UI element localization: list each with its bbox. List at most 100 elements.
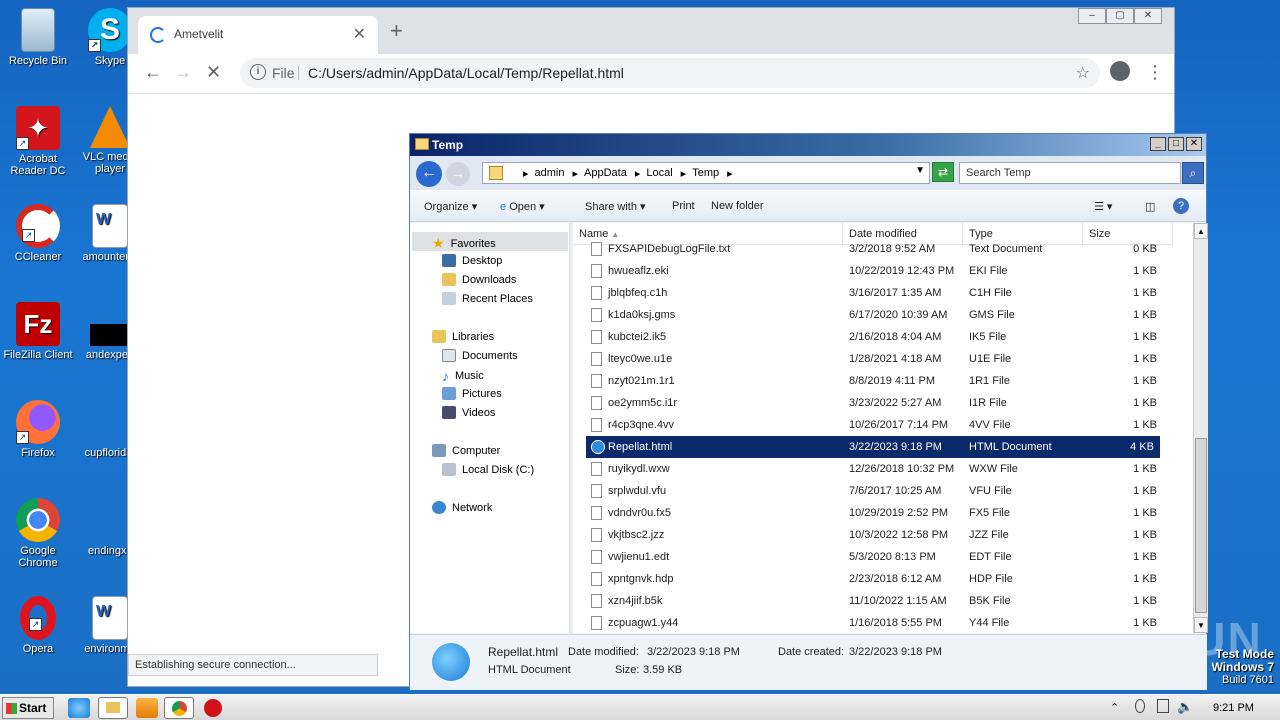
- details-created-value: 3/22/2023 9:18 PM: [849, 646, 942, 658]
- nav-videos[interactable]: Videos: [442, 406, 495, 419]
- table-row[interactable]: nzyt021m.1r1 8/8/2019 4:11 PM 1R1 File 1 KB: [573, 370, 1163, 392]
- scroll-down-icon[interactable]: ▼: [1194, 617, 1208, 633]
- tab-close-icon[interactable]: ✕: [353, 24, 366, 44]
- nav-music[interactable]: ♪ Music: [442, 368, 484, 384]
- volume-icon[interactable]: 🔈: [1177, 699, 1193, 715]
- desktop-icon-label: Skype: [94, 55, 126, 67]
- refresh-icon[interactable]: ⇄: [932, 162, 954, 182]
- open-button[interactable]: e Open ▾: [500, 200, 545, 213]
- info-icon[interactable]: i: [250, 64, 266, 80]
- restore-button[interactable]: ▢: [1106, 8, 1134, 24]
- desktop-icon-firefox[interactable]: ↗ Firefox: [0, 400, 76, 459]
- forward-button[interactable]: →: [446, 162, 470, 186]
- stop-loading-icon[interactable]: ✕: [206, 62, 221, 83]
- nav-desktop[interactable]: Desktop: [442, 254, 502, 267]
- forward-arrow-icon[interactable]: →: [174, 62, 192, 83]
- table-row[interactable]: xpntgnvk.hdp 2/23/2018 6:12 AM HDP File 1 K…: [573, 568, 1163, 590]
- nav-recent-places[interactable]: Recent Places: [442, 292, 533, 305]
- search-input[interactable]: Search Temp: [959, 162, 1181, 184]
- new-tab-button[interactable]: +: [390, 18, 403, 44]
- nav-pictures[interactable]: Pictures: [442, 387, 502, 400]
- table-row[interactable]: ruyikydl.wxw 12/26/2018 10:32 PM WXW File 1…: [573, 458, 1163, 480]
- table-row[interactable]: xzn4jiif.b5k 11/10/2022 1:15 AM B5K File 1 …: [573, 590, 1163, 612]
- breadcrumb-item[interactable]: Local: [646, 167, 672, 180]
- table-row[interactable]: srplwdul.vfu 7/6/2017 10:25 AM VFU File 1 K…: [573, 480, 1163, 502]
- table-row[interactable]: lteyc0we.u1e 1/28/2021 4:18 AM U1E File 1 K…: [573, 348, 1163, 370]
- nav-favorites[interactable]: ★ Favorites: [432, 235, 496, 252]
- desktop-icon-acrobat[interactable]: ✦ ↗ Acrobat Reader DC: [0, 106, 76, 177]
- explorer-taskbar-icon[interactable]: [98, 697, 128, 719]
- nav-network[interactable]: Network: [432, 501, 492, 514]
- chevron-down-icon[interactable]: ▼: [915, 165, 925, 176]
- chrome-tab[interactable]: Ametvelit ✕: [138, 16, 378, 54]
- desktop-icon-filezilla[interactable]: Fz FileZilla Client: [0, 302, 76, 361]
- preview-pane-icon[interactable]: ◫: [1145, 200, 1155, 213]
- clock[interactable]: 9:21 PM: [1213, 702, 1254, 714]
- table-row[interactable]: r4cp3qne.4vv 10/26/2017 7:14 PM 4VV File 1 …: [573, 414, 1163, 436]
- nav-documents[interactable]: Documents: [442, 349, 518, 362]
- breadcrumb-item[interactable]: AppData: [584, 167, 627, 180]
- table-row-selected[interactable]: Repellat.html 3/22/2023 9:18 PM HTML Docum…: [586, 436, 1160, 458]
- share-with-button[interactable]: Share with ▾: [585, 200, 646, 213]
- breadcrumb-item[interactable]: admin: [535, 167, 565, 180]
- table-row[interactable]: k1da0ksj.gms 6/17/2020 10:39 AM GMS File 1 …: [573, 304, 1163, 326]
- nav-libraries[interactable]: Libraries: [432, 330, 494, 343]
- table-row[interactable]: vkjtbsc2.jzz 10/3/2022 12:58 PM JZZ File 1 …: [573, 524, 1163, 546]
- desktop-icon-opera[interactable]: ↗ Opera: [0, 596, 76, 655]
- nav-local-disk[interactable]: Local Disk (C:): [442, 463, 534, 476]
- desktop-icon-ccleaner[interactable]: ↗ CCleaner: [0, 204, 76, 263]
- chrome-taskbar-icon[interactable]: [164, 697, 194, 719]
- table-row[interactable]: FXSAPIDebugLogFile.txt 3/2/2018 9:52 AM Te…: [573, 240, 1163, 260]
- table-row[interactable]: oe2ymm5c.i1r 3/23/2022 5:27 AM I1R File 1 K…: [573, 392, 1163, 414]
- table-row[interactable]: kubctei2.ik5 2/16/2018 4:04 AM IK5 File 1 K…: [573, 326, 1163, 348]
- file-icon: [591, 550, 602, 564]
- print-button[interactable]: Print: [672, 200, 695, 212]
- stop-sign-taskbar-icon[interactable]: [204, 699, 222, 717]
- minimize-button[interactable]: ‒: [1078, 8, 1106, 24]
- organize-button[interactable]: Organize ▾: [424, 200, 477, 213]
- table-row[interactable]: hwueaflz.eki 10/22/2019 12:43 PM EKI File 1…: [573, 260, 1163, 282]
- view-options-icon[interactable]: ☰ ▾: [1094, 200, 1112, 213]
- blank-file-icon: [88, 498, 132, 542]
- tray-expand-icon[interactable]: ⌃: [1110, 701, 1119, 714]
- tray-network-icon[interactable]: [1135, 699, 1145, 713]
- media-player-taskbar-icon[interactable]: [136, 698, 158, 718]
- back-button[interactable]: ←: [416, 161, 442, 187]
- nav-downloads[interactable]: Downloads: [442, 273, 516, 286]
- table-row[interactable]: jblqbfeq.c1h 3/16/2017 1:35 AM C1H File 1 K…: [573, 282, 1163, 304]
- vertical-scrollbar[interactable]: ▲ ▼: [1193, 223, 1208, 633]
- tray-monitor-icon[interactable]: [1157, 699, 1169, 713]
- pictures-icon: [442, 387, 456, 400]
- desktop-icon-label: Firefox: [21, 447, 55, 459]
- test-mode-watermark: Test Mode Windows 7 Build 7601: [1211, 648, 1274, 687]
- table-row[interactable]: vdndvr0u.fx5 10/29/2019 2:52 PM FX5 File 1 …: [573, 502, 1163, 524]
- breadcrumb-item[interactable]: Temp: [692, 167, 719, 180]
- scroll-thumb[interactable]: [1195, 438, 1207, 613]
- help-icon[interactable]: ?: [1173, 198, 1189, 214]
- address-bar[interactable]: i File C:/Users/admin/AppData/Local/Temp…: [240, 58, 1100, 88]
- scroll-up-icon[interactable]: ▲: [1194, 223, 1208, 239]
- shortcut-arrow-icon: ↗: [16, 137, 29, 150]
- bookmark-star-icon[interactable]: ☆: [1076, 63, 1090, 83]
- file-icon: [591, 418, 602, 432]
- table-row[interactable]: vwjienu1.edt 5/3/2020 8:13 PM EDT File 1 KB: [573, 546, 1163, 568]
- desktop-icon-recycle-bin[interactable]: Recycle Bin: [0, 8, 76, 67]
- nav-label: Videos: [462, 406, 496, 419]
- ie-taskbar-icon[interactable]: [68, 698, 90, 718]
- profile-avatar-icon[interactable]: [1110, 61, 1130, 81]
- nav-computer[interactable]: Computer: [432, 444, 500, 457]
- close-window-button[interactable]: ✕: [1134, 8, 1162, 24]
- start-button[interactable]: Start: [2, 697, 54, 719]
- explorer-titlebar[interactable]: Temp _ □ ✕: [410, 134, 1206, 156]
- search-icon[interactable]: ⌕: [1182, 162, 1204, 184]
- new-folder-button[interactable]: New folder: [711, 200, 764, 212]
- table-row[interactable]: zcpuagw1.y44 1/16/2018 5:55 PM Y44 File 1 K…: [573, 612, 1163, 633]
- breadcrumb-bar[interactable]: ▸ admin ▸ AppData ▸ Local ▸ Temp ▸ ▼: [482, 162, 930, 184]
- url-text[interactable]: C:/Users/admin/AppData/Local/Temp/Repell…: [308, 65, 624, 81]
- maximize-button[interactable]: □: [1168, 137, 1184, 151]
- menu-kebab-icon[interactable]: ⋮: [1146, 62, 1164, 83]
- close-window-button[interactable]: ✕: [1186, 137, 1202, 151]
- desktop-icon-chrome[interactable]: Google Chrome: [0, 498, 76, 569]
- minimize-button[interactable]: _: [1150, 137, 1166, 151]
- back-arrow-icon[interactable]: ←: [144, 62, 162, 83]
